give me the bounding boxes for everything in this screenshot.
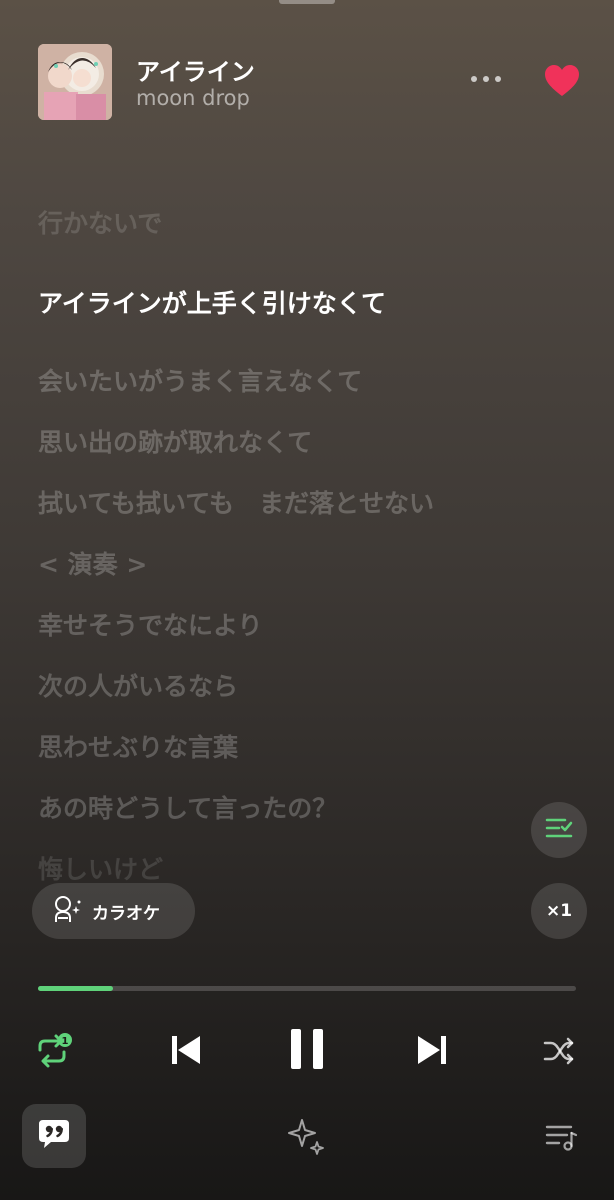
pause-icon[interactable] [284, 1024, 330, 1074]
lyric-line[interactable]: < 演奏 > [38, 545, 147, 581]
repeat-badge: 1 [62, 1036, 69, 1047]
shuffle-icon[interactable] [541, 1034, 577, 1068]
lyric-list-icon [545, 816, 573, 844]
lyric-line-current[interactable]: アイラインが上手く引けなくて [38, 284, 386, 320]
lyric-line[interactable]: 幸せそうでなにより [38, 606, 263, 642]
track-title: アイライン [136, 58, 255, 86]
karaoke-button[interactable]: カラオケ [32, 883, 195, 939]
more-icon[interactable] [466, 64, 506, 94]
lyric-line[interactable]: あの時どうして言ったの？ [38, 789, 337, 825]
microphone-icon [52, 894, 82, 928]
progress-fill [38, 986, 114, 991]
quote-icon [37, 1118, 71, 1154]
sheet-grabber[interactable] [279, 0, 335, 4]
lyric-list-button[interactable] [531, 802, 587, 858]
karaoke-label: カラオケ [92, 903, 160, 924]
album-cover[interactable] [38, 44, 112, 120]
repeat-one-icon[interactable]: 1 [30, 1030, 76, 1072]
lyrics-tab-button[interactable] [22, 1104, 86, 1168]
progress-bar[interactable] [38, 986, 576, 991]
sparkle-icon[interactable] [286, 1116, 326, 1156]
previous-icon[interactable] [164, 1028, 208, 1072]
lyric-line[interactable]: 思い出の跡が取れなくて [38, 423, 312, 459]
lyric-line[interactable]: 会いたいがうまく言えなくて [38, 362, 362, 398]
lyric-line[interactable]: 悔しいけど [38, 850, 163, 886]
playback-speed-button[interactable]: ×1 [531, 883, 587, 939]
lyric-line[interactable]: 思わせぶりな言葉 [38, 728, 238, 764]
lyric-line[interactable]: 次の人がいるなら [38, 667, 238, 703]
now-playing-header: アイライン moon drop [38, 42, 586, 120]
queue-icon[interactable] [544, 1120, 580, 1154]
lyric-line[interactable]: 行かないで [38, 204, 162, 240]
lyric-line[interactable]: 拭いても拭いても まだ落とせない [38, 484, 434, 520]
track-artist[interactable]: moon drop [136, 86, 250, 110]
heart-icon[interactable] [544, 64, 580, 98]
next-icon[interactable] [410, 1028, 454, 1072]
